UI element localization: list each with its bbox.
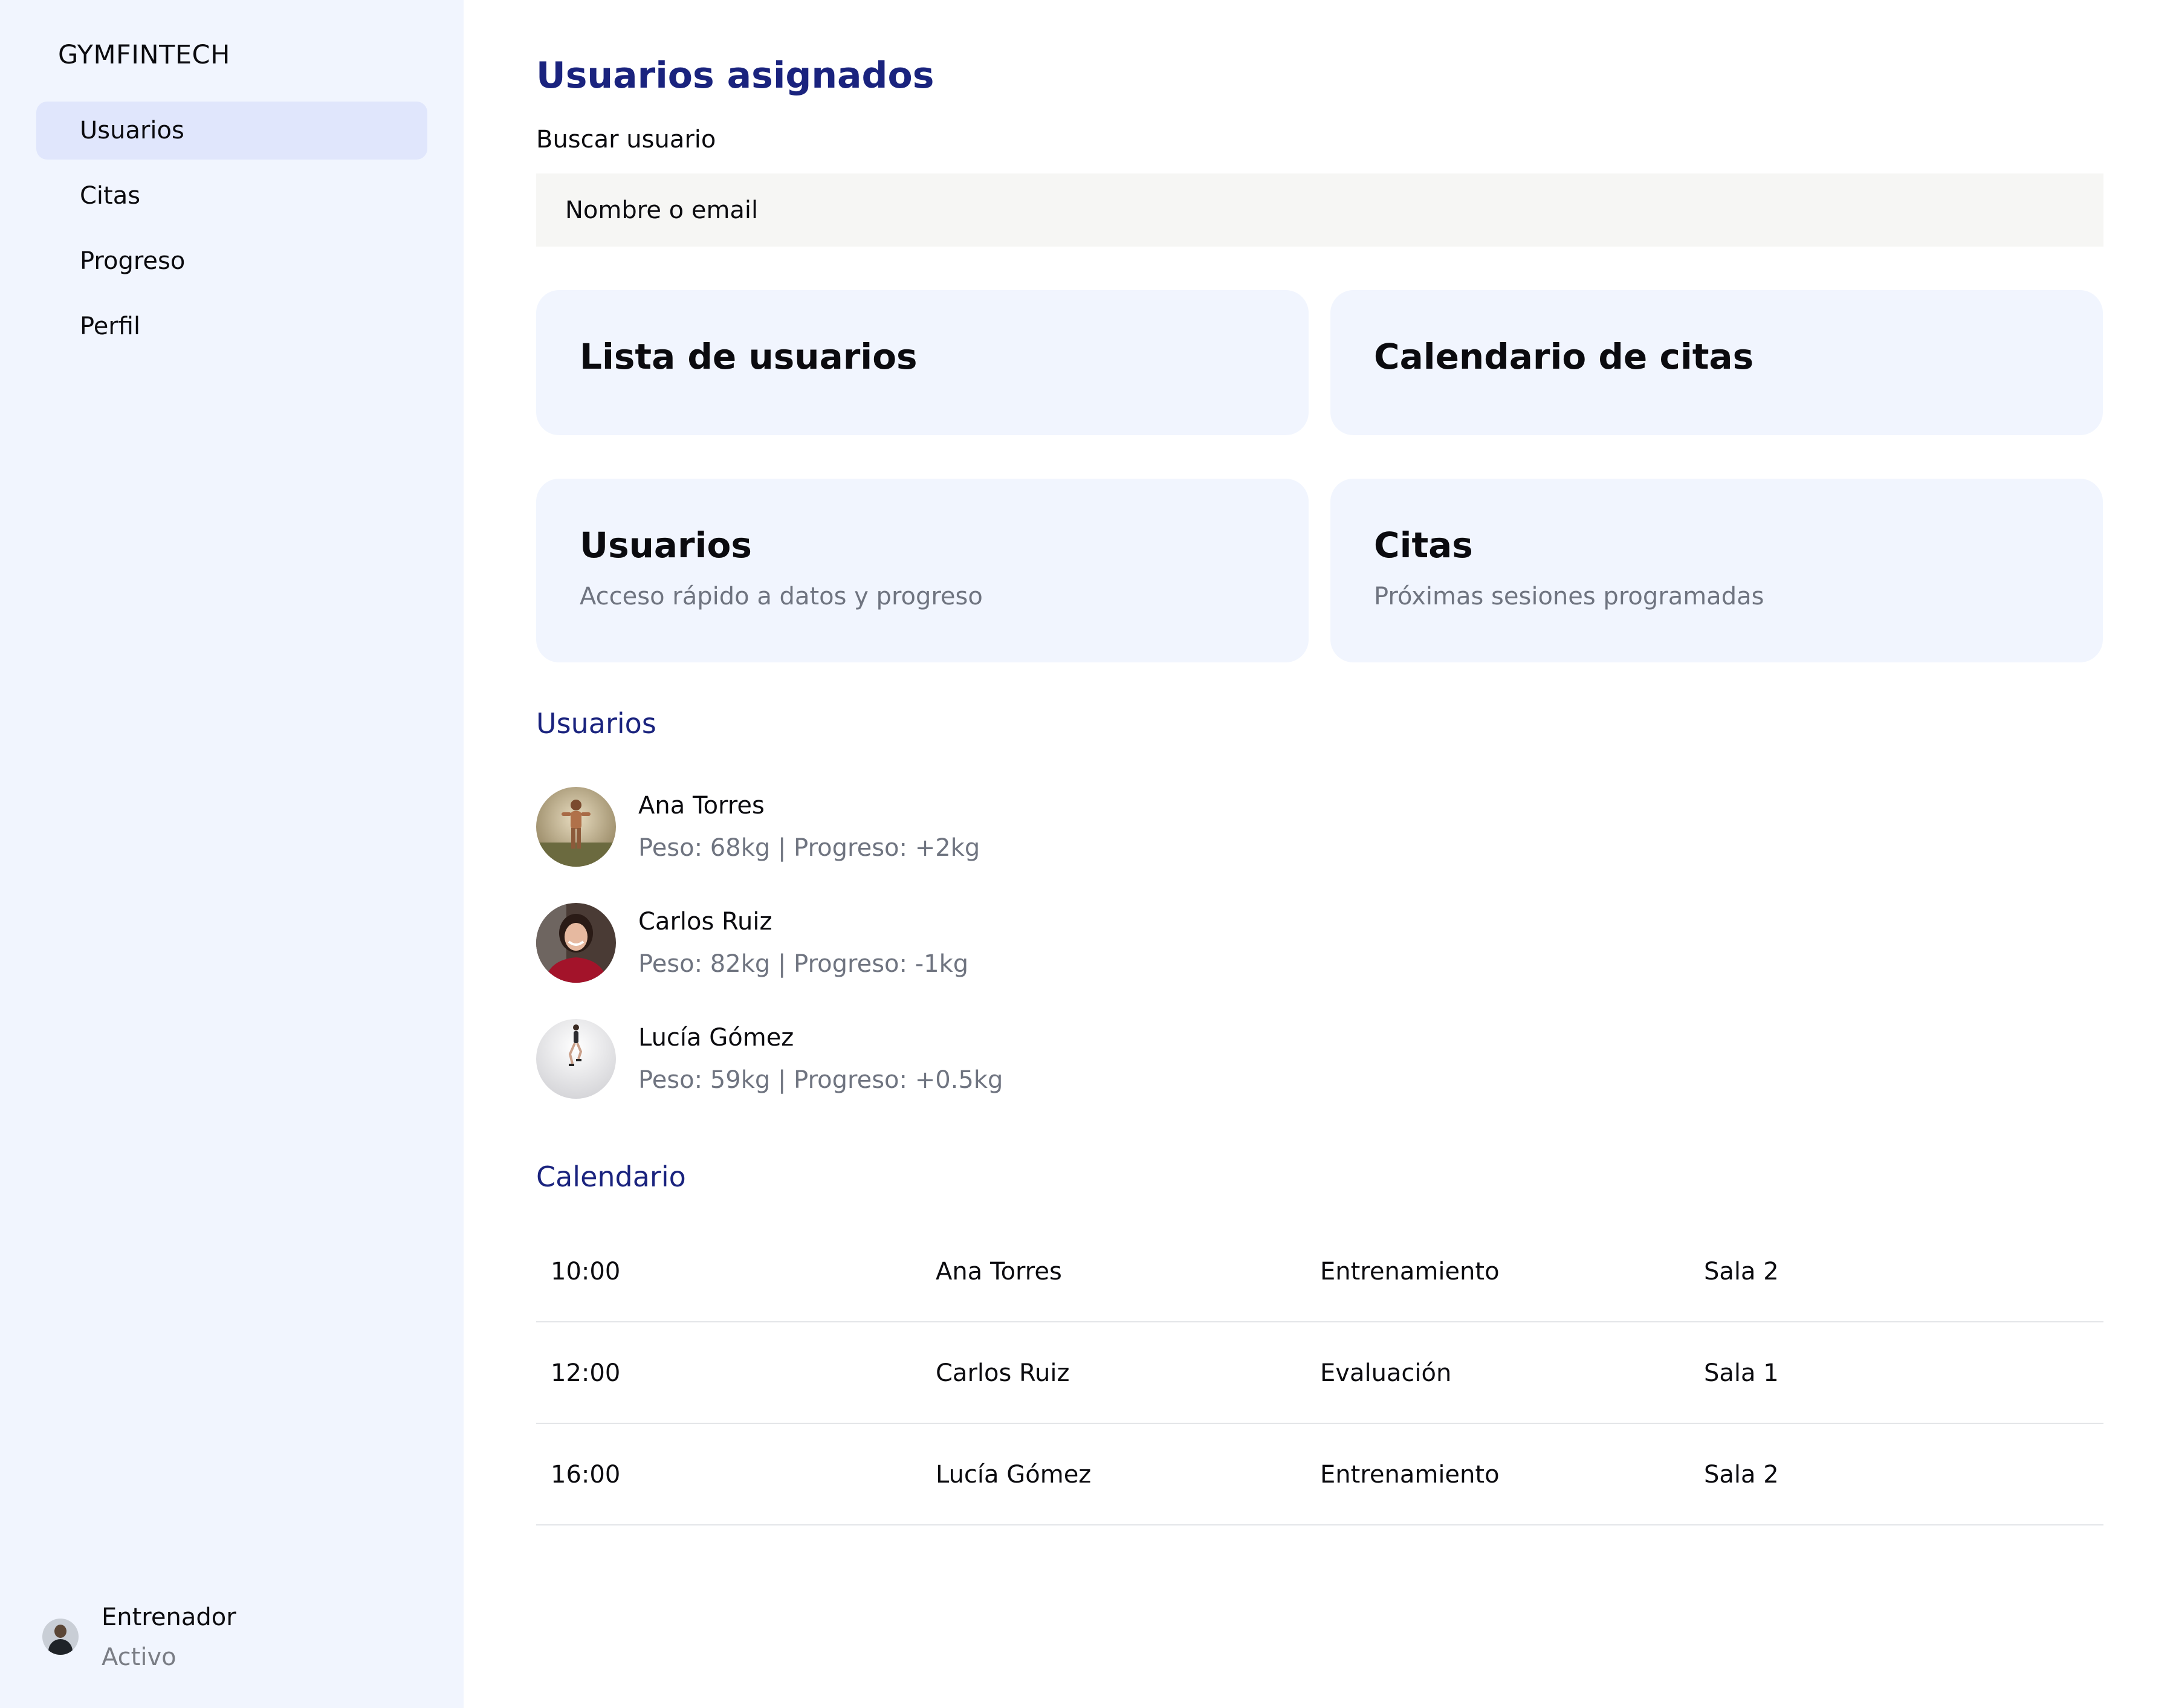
users-section-title: Usuarios [536, 707, 656, 740]
cell-user: Ana Torres [936, 1258, 1062, 1286]
brand-logo-text: GYMFINTECH [58, 40, 230, 70]
sidebar-item-perfil[interactable]: Perfil [36, 297, 427, 355]
list-item[interactable]: Ana Torres Peso: 68kg | Progreso: +2kg [536, 787, 1382, 869]
cell-type: Evaluación [1320, 1359, 1452, 1387]
card-subtitle: Próximas sesiones programadas [1374, 583, 1764, 610]
cell-user: Carlos Ruiz [936, 1359, 1070, 1387]
table-row[interactable]: 12:00 Carlos Ruiz Evaluación Sala 1 [536, 1322, 2103, 1424]
cell-time: 16:00 [551, 1461, 621, 1489]
user-stats: Peso: 68kg | Progreso: +2kg [638, 834, 980, 862]
sidebar-item-citas[interactable]: Citas [36, 167, 427, 225]
trainer-status: Activo [102, 1643, 176, 1671]
cell-room: Sala 1 [1704, 1359, 1779, 1387]
table-row[interactable]: 16:00 Lucía Gómez Entrenamiento Sala 2 [536, 1424, 2103, 1525]
list-item[interactable]: Lucía Gómez Peso: 59kg | Progreso: +0.5k… [536, 1019, 1382, 1101]
avatar [42, 1619, 79, 1655]
card-lista-usuarios[interactable]: Lista de usuarios [536, 290, 1309, 435]
cell-user: Lucía Gómez [936, 1461, 1092, 1489]
sidebar-item-label: Usuarios [80, 117, 184, 144]
avatar [536, 903, 616, 983]
search-input[interactable] [536, 173, 2103, 247]
cell-time: 12:00 [551, 1359, 621, 1387]
card-title: Usuarios [580, 525, 752, 566]
trainer-profile[interactable]: Entrenador Activo [42, 1600, 236, 1680]
user-name: Carlos Ruiz [638, 908, 772, 936]
cell-room: Sala 2 [1704, 1461, 1779, 1489]
user-name: Ana Torres [638, 792, 765, 820]
search-label: Buscar usuario [536, 126, 716, 154]
card-calendario-citas[interactable]: Calendario de citas [1330, 290, 2103, 435]
cell-time: 10:00 [551, 1258, 621, 1286]
sidebar: GYMFINTECH Usuarios Citas Progreso Perfi… [0, 0, 464, 1708]
user-stats: Peso: 59kg | Progreso: +0.5kg [638, 1066, 1003, 1094]
sidebar-item-usuarios[interactable]: Usuarios [36, 102, 427, 160]
card-title: Lista de usuarios [580, 336, 918, 377]
cell-type: Entrenamiento [1320, 1461, 1500, 1489]
user-name: Lucía Gómez [638, 1024, 794, 1052]
calendar-section-title: Calendario [536, 1160, 686, 1193]
user-stats: Peso: 82kg | Progreso: -1kg [638, 950, 969, 978]
card-title: Calendario de citas [1374, 336, 1754, 377]
card-usuarios[interactable]: Usuarios Acceso rápido a datos y progres… [536, 479, 1309, 662]
table-row[interactable]: 10:00 Ana Torres Entrenamiento Sala 2 [536, 1221, 2103, 1322]
card-subtitle: Acceso rápido a datos y progreso [580, 583, 983, 610]
sidebar-item-label: Citas [80, 182, 141, 210]
trainer-role: Entrenador [102, 1603, 236, 1631]
avatar [536, 1019, 616, 1099]
avatar [536, 787, 616, 867]
page-title: Usuarios asignados [536, 54, 934, 97]
cell-type: Entrenamiento [1320, 1258, 1500, 1286]
sidebar-item-label: Perfil [80, 312, 141, 340]
main-content: Usuarios asignados Buscar usuario Lista … [536, 0, 2103, 1708]
card-title: Citas [1374, 525, 1473, 566]
cell-room: Sala 2 [1704, 1258, 1779, 1286]
card-citas[interactable]: Citas Próximas sesiones programadas [1330, 479, 2103, 662]
sidebar-item-label: Progreso [80, 247, 186, 275]
sidebar-item-progreso[interactable]: Progreso [36, 232, 427, 290]
list-item[interactable]: Carlos Ruiz Peso: 82kg | Progreso: -1kg [536, 903, 1382, 985]
